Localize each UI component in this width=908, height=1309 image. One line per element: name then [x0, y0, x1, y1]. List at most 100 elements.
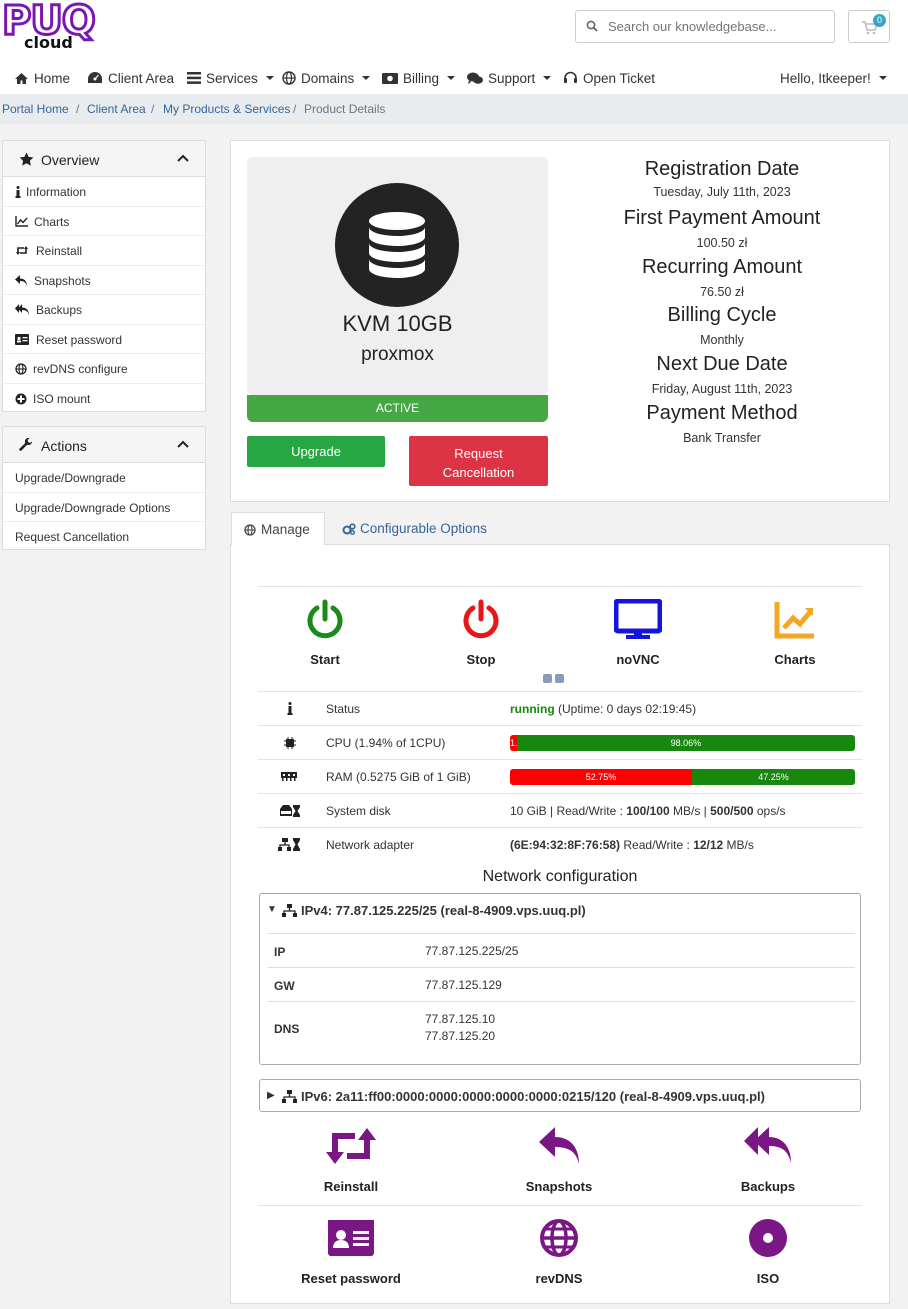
- hdd-icon: [280, 805, 300, 817]
- ram-usage-bar: 52.75% 47.25%: [510, 769, 855, 785]
- sidebar-actions-title: Actions: [41, 438, 87, 454]
- database-icon: [335, 183, 459, 307]
- sidebar-item-charts[interactable]: Charts: [3, 207, 205, 236]
- cpu-free-segment: 98.06%: [516, 735, 855, 751]
- sidebar-item-label: Backups: [36, 303, 83, 317]
- sidebar-item-information[interactable]: Information: [3, 177, 205, 207]
- sidebar-item-backups[interactable]: Backups: [3, 295, 205, 325]
- billing-cycle: Billing Cycle Monthly: [667, 304, 777, 347]
- ip-row: IP 77.87.125.225/25: [268, 934, 855, 968]
- product-group: proxmox: [361, 344, 434, 365]
- iso-label: ISO: [756, 1271, 780, 1286]
- nav-home[interactable]: Home: [14, 69, 70, 87]
- wrench-icon: [19, 438, 33, 451]
- sidebar-item-reinstall[interactable]: Reinstall: [3, 236, 205, 266]
- sidebar-item-label: ISO mount: [33, 391, 91, 406]
- sidebar-item-label: Reinstall: [36, 244, 83, 258]
- nav-services[interactable]: Services: [187, 69, 274, 87]
- reinstall-label: Reinstall: [323, 1179, 379, 1194]
- stop-button[interactable]: Stop: [421, 599, 541, 667]
- dashboard-icon: [88, 72, 102, 83]
- charts-button[interactable]: Charts: [735, 599, 855, 667]
- novnc-button[interactable]: noVNC: [578, 598, 698, 667]
- sidebar-item-label: Upgrade/Downgrade Options: [15, 500, 171, 515]
- revdns-button[interactable]: revDNS: [499, 1218, 619, 1286]
- sidebar-overview-header[interactable]: Overview: [3, 141, 205, 177]
- chevron-up-icon[interactable]: [177, 440, 189, 448]
- search-icon: [586, 20, 598, 35]
- nav-billing-label: Billing: [403, 70, 440, 86]
- reinstall-button[interactable]: Reinstall: [291, 1126, 411, 1194]
- ipv4-header-label: IPv4: 77.87.125.225/25 (real-8-4909.vps.…: [301, 903, 586, 918]
- nav-open-ticket[interactable]: Open Ticket: [563, 69, 655, 87]
- sidebar-item-label: Reset password: [36, 332, 123, 347]
- sidebar-item-reset-password[interactable]: Reset password: [3, 325, 205, 354]
- charts-label: Charts: [774, 652, 816, 667]
- globe-icon: [244, 524, 256, 536]
- sidebar-item-upgrade-downgrade[interactable]: Upgrade/Downgrade: [3, 463, 205, 493]
- iso-button[interactable]: ISO: [708, 1218, 828, 1286]
- tab-configurable-options[interactable]: Configurable Options: [330, 512, 499, 545]
- sidebar-item-label: revDNS configure: [33, 362, 128, 376]
- sidebar-item-upgrade-downgrade-options[interactable]: Upgrade/Downgrade Options: [3, 493, 205, 522]
- id-card-icon: [328, 1220, 374, 1256]
- running-status: running: [510, 702, 555, 716]
- ipv4-header[interactable]: ▼ IPv4: 77.87.125.225/25 (real-8-4909.vp…: [260, 894, 860, 928]
- globe-icon: [15, 363, 27, 375]
- breadcrumb: Portal Home / Client Area / My Products …: [0, 94, 908, 124]
- breadcrumb-client-area[interactable]: Client Area: [87, 102, 146, 116]
- start-button[interactable]: Start: [265, 599, 385, 667]
- search-input[interactable]: [608, 11, 828, 42]
- chart-line-icon: [774, 602, 814, 639]
- sidebar-item-request-cancellation[interactable]: Request Cancellation: [3, 522, 205, 552]
- tab-manage[interactable]: Manage: [231, 512, 325, 545]
- status-badge: ACTIVE: [247, 395, 548, 422]
- recurring-amount: Recurring Amount 76.50 zł: [641, 256, 803, 299]
- snapshots-label: Snapshots: [525, 1179, 593, 1194]
- reset-password-button[interactable]: Reset password: [291, 1220, 411, 1286]
- nav-billing[interactable]: Billing: [382, 69, 456, 87]
- cart-button[interactable]: 0: [848, 10, 890, 43]
- nav-client-area[interactable]: Client Area: [87, 69, 174, 87]
- product-name: KVM 10GB: [342, 311, 453, 336]
- id-card-icon: [15, 333, 29, 345]
- stop-label: Stop: [466, 652, 496, 667]
- request-cancellation-button[interactable]: Request Cancellation: [409, 436, 548, 486]
- top-header: PUQ cloud 0 Home Client Area Services Do…: [0, 0, 908, 94]
- user-menu[interactable]: Hello, Itkeeper!: [780, 69, 887, 87]
- power-icon: [463, 599, 499, 639]
- reply-all-icon: [744, 1127, 791, 1163]
- breadcrumb-portal-home[interactable]: Portal Home: [2, 102, 69, 116]
- list-icon: [187, 72, 201, 84]
- payment-method: Payment Method Bank Transfer: [646, 402, 798, 445]
- sidebar-item-snapshots[interactable]: Snapshots: [3, 266, 205, 295]
- reply-icon: [539, 1127, 579, 1164]
- backups-button[interactable]: Backups: [708, 1126, 828, 1194]
- sidebar-item-iso-mount[interactable]: ISO mount: [3, 384, 205, 414]
- globe-icon: [282, 71, 296, 85]
- chevron-up-icon[interactable]: [177, 154, 189, 162]
- breadcrumb-my-products[interactable]: My Products & Services: [163, 102, 290, 116]
- cart-count-badge: 0: [873, 14, 886, 27]
- loading-indicator: [543, 674, 552, 683]
- status-row: Status running (Uptime: 0 days 02:19:45): [258, 691, 862, 725]
- cogs-icon: [342, 523, 356, 535]
- puq-cloud-logo[interactable]: PUQ cloud: [1, 0, 114, 53]
- nav-domains[interactable]: Domains: [282, 69, 371, 87]
- ipv6-panel[interactable]: ▶ IPv6: 2a11:ff00:0000:0000:0000:0000:00…: [259, 1079, 861, 1112]
- backups-label: Backups: [740, 1179, 796, 1194]
- start-label: Start: [310, 652, 340, 667]
- nav-support[interactable]: Support: [467, 69, 552, 87]
- snapshots-button[interactable]: Snapshots: [499, 1126, 619, 1194]
- network-icon: [278, 838, 300, 851]
- sidebar-item-revdns[interactable]: revDNS configure: [3, 354, 205, 384]
- sidebar-overview-panel: Overview Information Charts Reinstall Sn…: [2, 140, 206, 412]
- ram-free-segment: 47.25%: [691, 769, 855, 785]
- sidebar-actions-header[interactable]: Actions: [3, 427, 205, 463]
- sidebar-item-label: Snapshots: [34, 273, 91, 288]
- network-config-title: Network configuration: [482, 868, 638, 885]
- memory-icon: [281, 772, 297, 781]
- upgrade-button[interactable]: Upgrade: [247, 436, 385, 467]
- breadcrumb-product-details: Product Details: [304, 102, 386, 116]
- knowledgebase-search[interactable]: [575, 10, 835, 43]
